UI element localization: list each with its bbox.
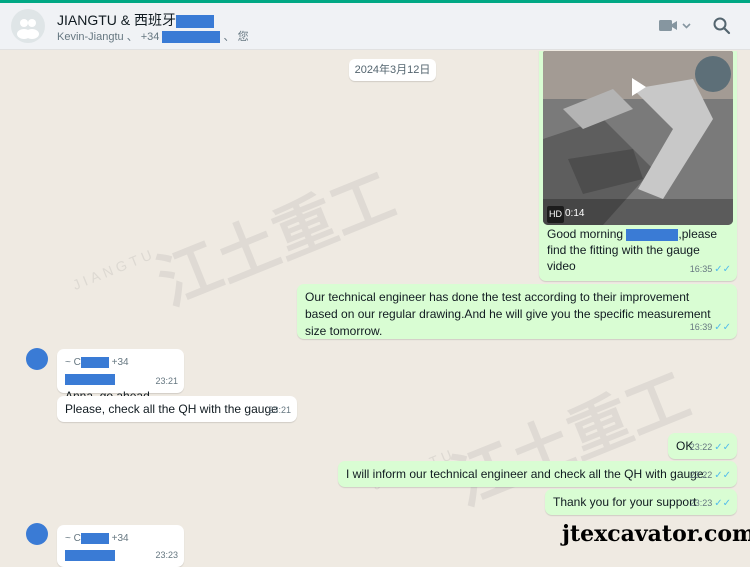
sender-avatar[interactable] xyxy=(26,523,48,545)
message-bubble-outgoing[interactable]: OK 23:22 ✓✓ xyxy=(668,433,737,459)
watermark-sub: JIANGTU xyxy=(70,245,157,293)
group-avatar[interactable] xyxy=(11,9,45,43)
message-time: 23:23 xyxy=(155,550,178,560)
message-meta: 23:21 xyxy=(155,373,178,390)
group-avatar-icon xyxy=(17,19,39,39)
chat-messages-area[interactable]: 江土重工 JIANGTU 江土重工 JIANGTU 2024年3月12日 xyxy=(0,51,750,567)
message-meta: 23:21 xyxy=(268,402,291,419)
participants-prefix: Kevin-Jiangtu 、 +34 xyxy=(57,31,160,43)
message-meta: 23:22 ✓✓ xyxy=(690,439,731,456)
watermark-sub-text: JIANGTU xyxy=(70,245,158,293)
read-ticks-icon: ✓✓ xyxy=(714,442,731,453)
message-text: Please, check all the QH with the gauge xyxy=(65,402,278,416)
message-time: 23:22 xyxy=(689,442,713,452)
message-meta: 23:22 ✓✓ xyxy=(690,467,731,484)
read-ticks-icon: ✓✓ xyxy=(714,470,731,481)
sender-prefix: ~ C xyxy=(65,357,81,368)
message-meta: 23:23 ✓✓ xyxy=(690,495,731,512)
redacted-block xyxy=(176,14,215,28)
message-text: I will inform our technical engineer and… xyxy=(346,467,707,481)
sender-avatar[interactable] xyxy=(26,348,48,370)
redacted-block xyxy=(162,31,221,44)
message-bubble-incoming[interactable]: ~ C +34 ywc 23:23 xyxy=(57,525,184,567)
message-time: 23:22 xyxy=(689,470,713,480)
chat-title-text: JIANGTU & 西班牙 xyxy=(57,12,177,28)
hd-badge: HD xyxy=(547,206,564,223)
message-bubble-outgoing[interactable]: HD 0:14 Good morning ,please find the fi… xyxy=(539,51,737,281)
message-bubble-outgoing[interactable]: Thank you for your support 23:23 ✓✓ xyxy=(545,489,737,515)
search-icon[interactable] xyxy=(712,16,732,36)
play-icon[interactable] xyxy=(623,73,651,101)
message-bubble-incoming[interactable]: ~ C +34 Anna, go ahead. 23:21 xyxy=(57,349,184,403)
sender-phone: +34 xyxy=(111,357,129,368)
video-thumbnail[interactable]: HD 0:14 xyxy=(543,51,733,225)
redacted-block xyxy=(65,549,115,561)
message-meta: 23:23 xyxy=(155,547,178,564)
message-time: 16:35 xyxy=(689,264,713,274)
message-bubble-outgoing[interactable]: Our technical engineer has done the test… xyxy=(297,284,737,339)
message-meta: 16:39 ✓✓ xyxy=(690,319,731,336)
read-ticks-icon: ✓✓ xyxy=(714,498,731,509)
brand-watermark: jtexcavator.com xyxy=(562,521,750,547)
redacted-block xyxy=(80,532,109,544)
date-chip: 2024年3月12日 xyxy=(349,59,436,81)
message-time: 16:39 xyxy=(689,322,713,332)
message-text-prefix: Good morning xyxy=(547,227,624,241)
redacted-block xyxy=(80,356,109,368)
message-bubble-outgoing[interactable]: I will inform our technical engineer and… xyxy=(338,461,737,487)
redacted-block xyxy=(65,373,115,385)
chat-title[interactable]: JIANGTU & 西班牙 xyxy=(57,10,215,30)
participants-suffix: 、 您 xyxy=(223,31,249,43)
message-meta: 16:35 ✓✓ xyxy=(690,261,731,278)
message-text: Our technical engineer has done the test… xyxy=(305,290,711,338)
chat-participants[interactable]: Kevin-Jiangtu 、 +34 、 您 xyxy=(57,28,249,44)
video-duration: 0:14 xyxy=(565,208,585,219)
video-camera-icon[interactable] xyxy=(658,17,694,35)
read-ticks-icon: ✓✓ xyxy=(714,322,731,333)
message-time: 23:21 xyxy=(268,405,291,415)
message-time: 23:23 xyxy=(689,498,713,508)
sender-phone: +34 xyxy=(111,533,129,544)
message-bubble-incoming[interactable]: Please, check all the QH with the gauge … xyxy=(57,396,297,422)
chat-header[interactable]: JIANGTU & 西班牙 Kevin-Jiangtu 、 +34 、 您 xyxy=(0,3,750,50)
message-time: 23:21 xyxy=(155,376,178,386)
read-ticks-icon: ✓✓ xyxy=(714,264,731,275)
redacted-block xyxy=(626,228,679,241)
sender-prefix: ~ C xyxy=(65,533,81,544)
